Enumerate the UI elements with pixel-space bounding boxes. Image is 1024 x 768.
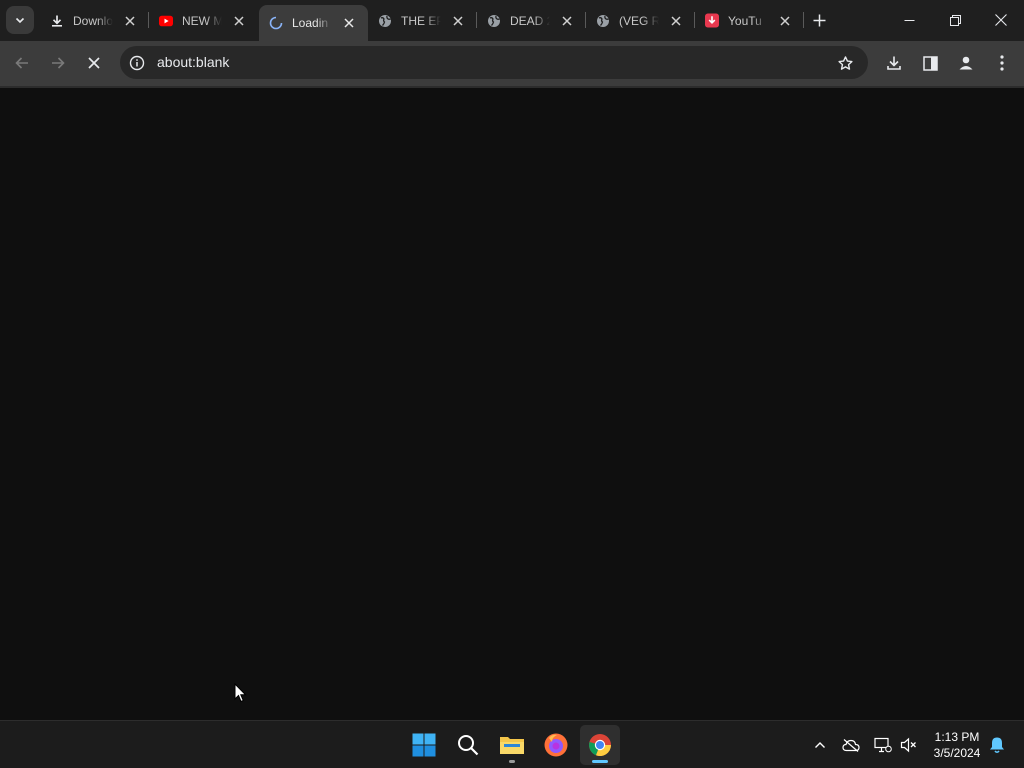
tab-the-ep[interactable]: THE EP: [368, 5, 477, 36]
tab-separator: [803, 12, 804, 28]
windows-start-icon: [412, 733, 436, 757]
close-icon: [88, 57, 100, 69]
chrome-icon: [589, 734, 612, 757]
running-indicator: [509, 760, 515, 763]
close-tab-icon[interactable]: [232, 14, 246, 28]
close-window-button[interactable]: [978, 0, 1024, 40]
taskbar-clock[interactable]: 1:13 PM 3/5/2024: [926, 729, 988, 761]
downloads-button[interactable]: [883, 52, 905, 74]
side-panel-button[interactable]: [919, 52, 941, 74]
more-vert-icon: [1000, 55, 1004, 71]
address-bar-url[interactable]: about:blank: [157, 54, 229, 70]
clock-date: 3/5/2024: [933, 746, 981, 760]
address-bar[interactable]: about:blank: [120, 46, 868, 79]
new-tab-button[interactable]: [808, 9, 830, 31]
close-icon: [995, 14, 1007, 26]
close-tab-icon[interactable]: [451, 14, 465, 28]
plus-icon: [813, 14, 825, 26]
restore-button[interactable]: [932, 0, 978, 40]
close-tab-icon[interactable]: [778, 14, 792, 28]
page-content[interactable]: [0, 88, 1024, 720]
bell-icon: [990, 737, 1004, 754]
show-hidden-icons-button[interactable]: [809, 734, 831, 756]
arrow-right-icon: [52, 57, 65, 69]
onedrive-offline-button[interactable]: [840, 734, 862, 756]
profile-button[interactable]: [955, 52, 977, 74]
tab-dead-2[interactable]: DEAD 2: [477, 5, 586, 36]
tab-title: (VEG R: [619, 13, 659, 28]
tab-veg-r[interactable]: (VEG R: [586, 5, 695, 36]
tab-title: Downlo: [73, 13, 113, 28]
tab-loading[interactable]: Loadin: [259, 5, 368, 41]
file-explorer-icon: [500, 737, 524, 754]
back-button[interactable]: [8, 49, 36, 77]
taskbar-chrome[interactable]: [580, 725, 620, 765]
network-icon: [874, 737, 892, 753]
globe-icon: [378, 14, 392, 28]
youtube-downloader-icon: [705, 13, 719, 28]
restore-icon: [949, 14, 961, 26]
volume-muted-icon: [900, 737, 916, 753]
minimize-icon: [904, 19, 914, 21]
tab-search-button[interactable]: [6, 6, 34, 34]
close-tab-icon[interactable]: [669, 14, 683, 28]
menu-button[interactable]: [991, 52, 1013, 74]
tab-downloads[interactable]: Downlo: [40, 5, 149, 36]
clock-time: 1:13 PM: [934, 730, 980, 744]
bookmark-star-icon[interactable]: [836, 54, 854, 72]
globe-icon: [487, 14, 501, 28]
tab-title: YouTu: [728, 13, 762, 28]
search-icon: [458, 735, 479, 756]
loading-spinner-icon: [269, 16, 283, 30]
profile-icon: [959, 56, 973, 70]
taskbar-file-explorer[interactable]: [492, 725, 532, 765]
tab-title: DEAD 2: [510, 13, 550, 28]
download-icon: [50, 14, 64, 28]
youtube-icon: [159, 14, 173, 28]
close-tab-icon[interactable]: [123, 14, 137, 28]
download-icon: [887, 56, 901, 70]
active-indicator: [592, 760, 608, 763]
firefox-icon: [544, 733, 568, 757]
chevron-up-icon: [815, 742, 825, 748]
start-button[interactable]: [404, 725, 444, 765]
close-tab-icon[interactable]: [342, 16, 356, 30]
mouse-cursor-icon: [234, 683, 247, 703]
tab-strip: Downlo NEW M Loadin THE EP DEAD 2 (VEG R…: [0, 0, 1024, 41]
tab-title: THE EP: [401, 13, 441, 28]
globe-icon: [596, 14, 610, 28]
tab-title: NEW M: [182, 13, 222, 28]
tab-title: Loadin: [292, 16, 329, 30]
browser-toolbar: about:blank: [0, 41, 1024, 86]
tab-youtube-downloader[interactable]: YouTu: [695, 5, 804, 36]
side-panel-icon: [922, 55, 938, 71]
volume-button[interactable]: [898, 734, 920, 756]
cloud-offline-icon: [842, 739, 860, 752]
chevron-down-icon: [15, 17, 25, 24]
info-icon[interactable]: [128, 54, 145, 71]
forward-button[interactable]: [44, 49, 72, 77]
close-tab-icon[interactable]: [560, 14, 574, 28]
windows-taskbar: 1:13 PM 3/5/2024: [0, 720, 1024, 768]
stop-loading-button[interactable]: [80, 49, 108, 77]
arrow-left-icon: [15, 57, 28, 69]
taskbar-search-button[interactable]: [448, 725, 488, 765]
notifications-button[interactable]: [986, 734, 1008, 756]
taskbar-firefox[interactable]: [536, 725, 576, 765]
minimize-button[interactable]: [886, 0, 932, 40]
network-button[interactable]: [872, 734, 894, 756]
tab-youtube[interactable]: NEW M: [149, 5, 258, 36]
